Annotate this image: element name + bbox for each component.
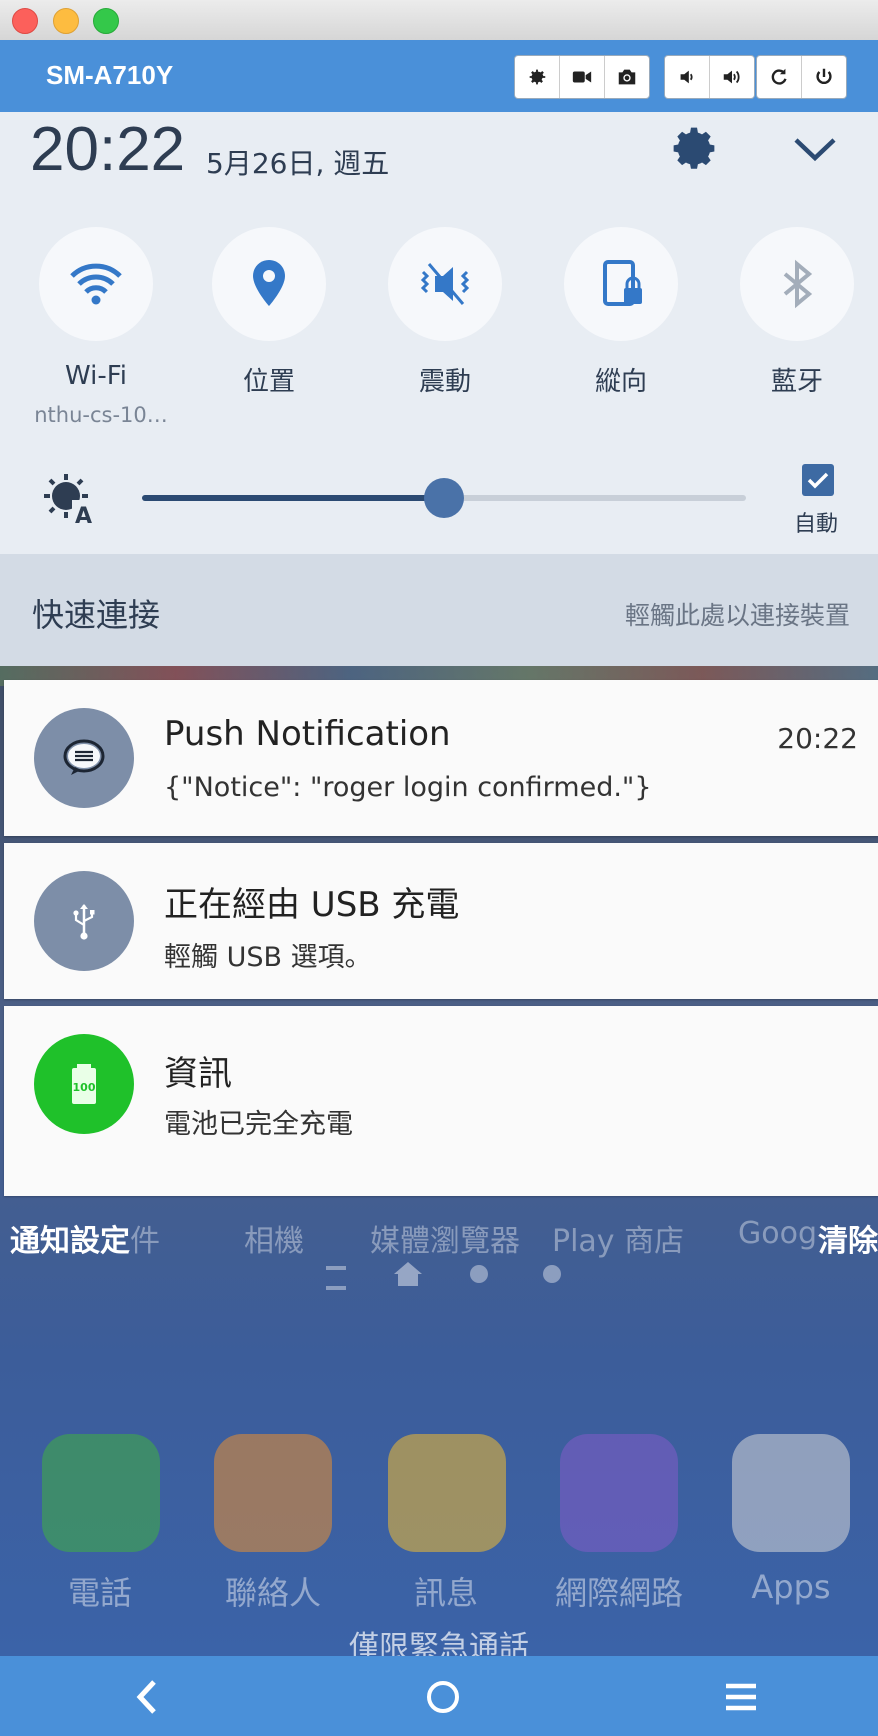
toolbar-volume-down-button[interactable] [665,56,710,98]
maximize-window-button[interactable] [93,8,119,34]
tile-location[interactable]: 位置 [211,227,327,398]
page-indicator-dot [543,1265,561,1283]
device-name: SM-A710Y [46,60,174,90]
camera-icon [618,69,636,85]
tile-label: Wi-Fi [64,361,128,391]
tile-bluetooth[interactable]: 藍牙 [739,227,855,398]
notification-message: 輕觸 USB 選項。 [164,942,372,973]
brightness-fill [142,495,444,501]
notification-title: 正在經由 USB 充電 [164,885,460,925]
navigation-bar [0,1656,878,1736]
capture-button-group [514,55,650,99]
auto-brightness-icon: A [44,474,98,526]
settings-gear-icon[interactable] [668,122,720,174]
wifi-network-name: nthu-cs-10… [34,403,168,427]
home-app-label: Play 商店 [552,1224,685,1259]
page-indicator-home-icon [394,1262,422,1274]
close-window-button[interactable] [12,8,38,34]
toolbar-volume-up-button[interactable] [710,56,754,98]
home-app-label: 相機 [244,1224,304,1259]
video-camera-icon [572,71,592,83]
dock-messages-icon [388,1434,506,1552]
checkmark-icon [807,472,829,489]
vibrate-icon [420,263,470,305]
home-app-label: 件 [130,1224,160,1259]
tile-label: 位置 [242,367,295,397]
gear-icon [529,69,546,85]
dock-internet-icon [560,1434,678,1552]
device-toolbar: SM-A710Y [0,40,878,112]
tile-label: 震動 [418,367,471,397]
svg-text:A: A [75,504,92,526]
toolbar-rotate-button[interactable] [757,56,802,98]
battery-full-icon: 100 [72,1064,96,1104]
location-pin-icon [253,260,285,306]
page-indicator-list-icon [326,1266,346,1290]
quick-connect-title: 快速連接 [32,596,161,634]
toolbar-power-button[interactable] [802,56,846,98]
toolbar-screenshot-button[interactable] [605,56,649,98]
auto-brightness-checkbox[interactable] [802,464,834,496]
brightness-thumb[interactable] [424,478,464,518]
quick-settings-panel: 20:22 5月26日, 週五 Wi-Fi nthu-cs-10… 位置 震動 … [0,112,878,554]
wifi-icon [70,263,122,305]
chevron-down-icon[interactable] [790,132,840,166]
quick-connect-hint: 輕觸此處以連接裝置 [624,601,850,630]
tile-portrait[interactable]: 縱向 [563,227,679,398]
minimize-window-button[interactable] [53,8,79,34]
dock-apps-icon [732,1434,850,1552]
home-app-label: Goog [738,1216,817,1251]
tile-label: 縱向 [594,367,647,397]
tile-wifi[interactable]: Wi-Fi nthu-cs-10… [34,227,168,427]
dock-label: 訊息 [413,1574,478,1612]
svg-text:100: 100 [73,1081,96,1094]
notification-push[interactable]: Push Notification {"Notice": "roger logi… [4,680,878,836]
volume-button-group [664,55,755,99]
tile-label: 藍牙 [770,367,823,397]
usb-icon [73,904,95,940]
dock-contacts-icon [214,1434,332,1552]
back-icon[interactable] [124,1674,170,1720]
window-titlebar [0,0,878,41]
tile-vibrate[interactable]: 震動 [387,227,503,398]
date: 5月26日, 週五 [206,147,390,180]
clear-notifications-button[interactable]: 清除 [818,1216,878,1260]
dock-label: 聯絡人 [224,1574,321,1612]
power-button-group [756,55,847,99]
notification-title: 資訊 [164,1054,232,1094]
dock-label: 網際網路 [554,1574,683,1612]
dock-label: Apps [751,1568,831,1606]
dock-phone-icon [42,1434,160,1552]
auto-brightness-label: 自動 [794,512,839,537]
notification-battery[interactable]: 100 資訊 電池已完全充電 [4,1006,878,1196]
quick-connect-bar[interactable]: 快速連接 輕觸此處以連接裝置 [0,554,878,666]
home-icon[interactable] [420,1674,466,1720]
notification-settings-button[interactable]: 通知設定 [10,1216,130,1260]
toolbar-settings-button[interactable] [515,56,560,98]
power-icon [816,68,832,84]
toolbar-record-button[interactable] [560,56,605,98]
recents-icon[interactable] [718,1674,764,1720]
message-bubble-icon [63,739,105,775]
notification-time: 20:22 [777,722,858,755]
home-app-label: 媒體瀏覽器 [370,1224,520,1259]
volume-down-icon [680,70,693,84]
notification-title: Push Notification [164,714,451,754]
volume-up-icon [723,70,740,84]
clock: 20:22 [30,115,186,184]
notification-usb[interactable]: 正在經由 USB 充電 輕觸 USB 選項。 [4,843,878,999]
dock-label: 電話 [67,1574,132,1612]
notification-message: {"Notice": "roger login confirmed."} [164,772,652,803]
notification-message: 電池已完全充電 [164,1109,353,1140]
portrait-lock-icon [603,260,642,306]
page-indicator-dot [470,1265,488,1283]
brightness-slider[interactable] [142,478,746,518]
bluetooth-icon [783,259,813,309]
rotate-icon [771,68,787,85]
